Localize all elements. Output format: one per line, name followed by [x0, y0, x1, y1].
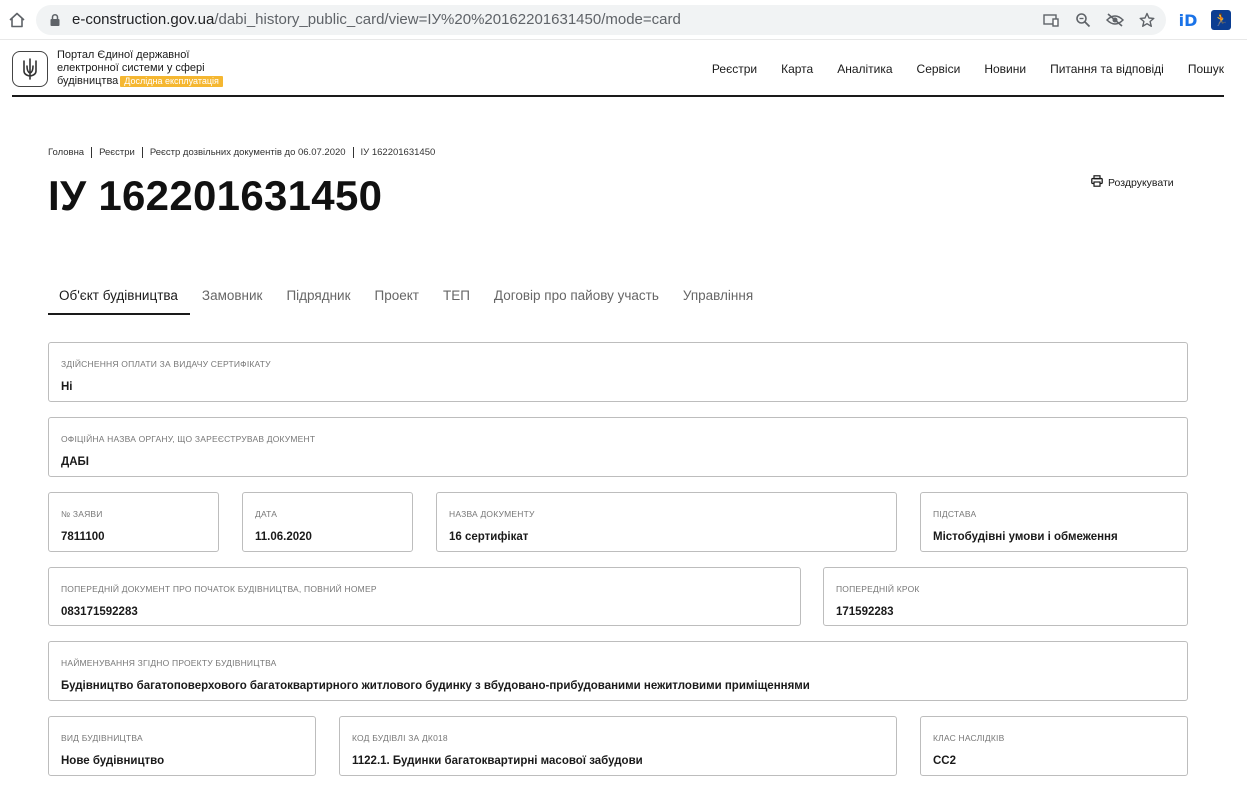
- address-bar[interactable]: e-construction.gov.ua/dabi_history_publi…: [36, 5, 1166, 35]
- print-button[interactable]: Роздрукувати: [1091, 175, 1174, 190]
- tab-management[interactable]: Управління: [671, 286, 765, 315]
- breadcrumb-current: ІУ 162201631450: [360, 147, 436, 158]
- field-authority: Офіційна назва органу, що зареєстрував д…: [48, 417, 1188, 477]
- breadcrumb-registries[interactable]: Реєстри: [99, 147, 135, 158]
- field-label: Офіційна назва органу, що зареєстрував д…: [61, 434, 316, 444]
- field-label: Попередній документ про початок будівниц…: [61, 584, 377, 594]
- tab-contractor[interactable]: Підрядник: [274, 286, 362, 315]
- nav-map[interactable]: Карта: [781, 62, 813, 76]
- url-text[interactable]: e-construction.gov.ua/dabi_history_publi…: [72, 11, 681, 29]
- field-value: Будівництво багатоповерхового багатоквар…: [61, 680, 810, 692]
- portal-name-line3: будівництва: [57, 75, 119, 87]
- field-value: Нове будівництво: [61, 755, 165, 767]
- field-project-name: Найменування згідно проекту будівництва …: [48, 641, 1188, 701]
- home-icon[interactable]: [6, 9, 28, 31]
- field-previous-step: Попередній крок 171592283: [823, 567, 1188, 626]
- field-label: Найменування згідно проекту будівництва: [61, 658, 277, 668]
- nav-analytics[interactable]: Аналітика: [837, 62, 892, 76]
- runner-extension-icon[interactable]: 🏃: [1211, 10, 1231, 30]
- field-value: Містобудівні умови і обмеження: [933, 531, 1118, 543]
- printer-icon: [1091, 175, 1103, 190]
- site-header: Портал Єдиної державної електронної сист…: [12, 45, 1224, 97]
- breadcrumb-separator: [141, 147, 143, 158]
- field-construction-type: Вид будівництва Нове будівництво: [48, 716, 316, 776]
- browser-toolbar: e-construction.gov.ua/dabi_history_publi…: [0, 0, 1247, 40]
- field-label: Клас наслідків: [933, 733, 1005, 743]
- beta-badge: Дослідна експлуатація: [120, 76, 223, 87]
- field-value: 1122.1. Будинки багатоквартирні масової …: [352, 755, 643, 767]
- field-value: Ні: [61, 381, 73, 393]
- breadcrumb-separator: [352, 147, 354, 158]
- portal-name[interactable]: Портал Єдиної державної електронної сист…: [57, 49, 223, 88]
- field-label: Дата: [255, 509, 278, 519]
- field-label: Назва документу: [449, 509, 535, 519]
- cast-icon[interactable]: [1042, 11, 1060, 29]
- tab-share-agreement[interactable]: Договір про пайову участь: [482, 286, 671, 315]
- field-previous-document: Попередній документ про початок будівниц…: [48, 567, 801, 626]
- field-label: Код будівлі за ДК018: [352, 733, 448, 743]
- url-path: /dabi_history_public_card/view=ІУ%20%201…: [214, 11, 681, 28]
- field-payment: Здійснення оплати за видачу сертифікату …: [48, 342, 1188, 402]
- nav-faq[interactable]: Питання та відповіді: [1050, 62, 1164, 76]
- nav-registries[interactable]: Реєстри: [712, 62, 757, 76]
- field-date: Дата 11.06.2020: [242, 492, 413, 552]
- tab-tep[interactable]: ТЕП: [431, 286, 482, 315]
- field-basis: Підстава Містобудівні умови і обмеження: [920, 492, 1188, 552]
- field-label: Підстава: [933, 509, 977, 519]
- nav-search[interactable]: Пошук: [1188, 62, 1224, 76]
- nav-news[interactable]: Новини: [984, 62, 1026, 76]
- field-label: Вид будівництва: [61, 733, 143, 743]
- field-value: 16 сертифікат: [449, 531, 529, 543]
- nav-services[interactable]: Сервіси: [917, 62, 961, 76]
- field-value: 171592283: [836, 606, 894, 618]
- url-domain: e-construction.gov.ua: [72, 11, 215, 28]
- tab-customer[interactable]: Замовник: [190, 286, 275, 315]
- breadcrumb-separator: [91, 147, 93, 158]
- field-application-number: № заяви 7811100: [48, 492, 219, 552]
- field-label: № заяви: [61, 509, 103, 519]
- field-building-code: Код будівлі за ДК018 1122.1. Будинки баг…: [339, 716, 897, 776]
- field-consequence-class: Клас наслідків СС2: [920, 716, 1188, 776]
- print-label: Роздрукувати: [1108, 176, 1174, 189]
- id-extension-icon[interactable]: iD: [1178, 10, 1198, 30]
- main-nav: Реєстри Карта Аналітика Сервіси Новини П…: [712, 62, 1224, 76]
- page-title: ІУ 162201631450: [48, 172, 383, 219]
- breadcrumb-home[interactable]: Головна: [48, 147, 84, 158]
- trident-logo-icon[interactable]: [12, 51, 48, 87]
- eye-off-icon[interactable]: [1106, 11, 1124, 29]
- breadcrumb: Головна Реєстри Реєстр дозвільних докуме…: [48, 147, 435, 158]
- field-value: ДАБІ: [61, 456, 89, 468]
- zoom-icon[interactable]: [1074, 11, 1092, 29]
- field-value: 11.06.2020: [255, 531, 312, 543]
- portal-name-line1: Портал Єдиної державної: [57, 49, 190, 61]
- tab-project[interactable]: Проект: [362, 286, 430, 315]
- tab-construction-object[interactable]: Об'єкт будівництва: [48, 286, 190, 315]
- portal-name-line2: електронної системи у сфері: [57, 62, 205, 74]
- tab-bar: Об'єкт будівництва Замовник Підрядник Пр…: [48, 286, 765, 315]
- field-label: Здійснення оплати за видачу сертифікату: [61, 359, 271, 369]
- field-value: СС2: [933, 755, 957, 767]
- field-value: 083171592283: [61, 606, 138, 618]
- field-document-name: Назва документу 16 сертифікат: [436, 492, 897, 552]
- bookmark-star-icon[interactable]: [1138, 11, 1156, 29]
- field-label: Попередній крок: [836, 584, 920, 594]
- field-value: 7811100: [61, 531, 105, 543]
- breadcrumb-registry[interactable]: Реєстр дозвільних документів до 06.07.20…: [150, 147, 346, 158]
- lock-icon[interactable]: [48, 13, 62, 27]
